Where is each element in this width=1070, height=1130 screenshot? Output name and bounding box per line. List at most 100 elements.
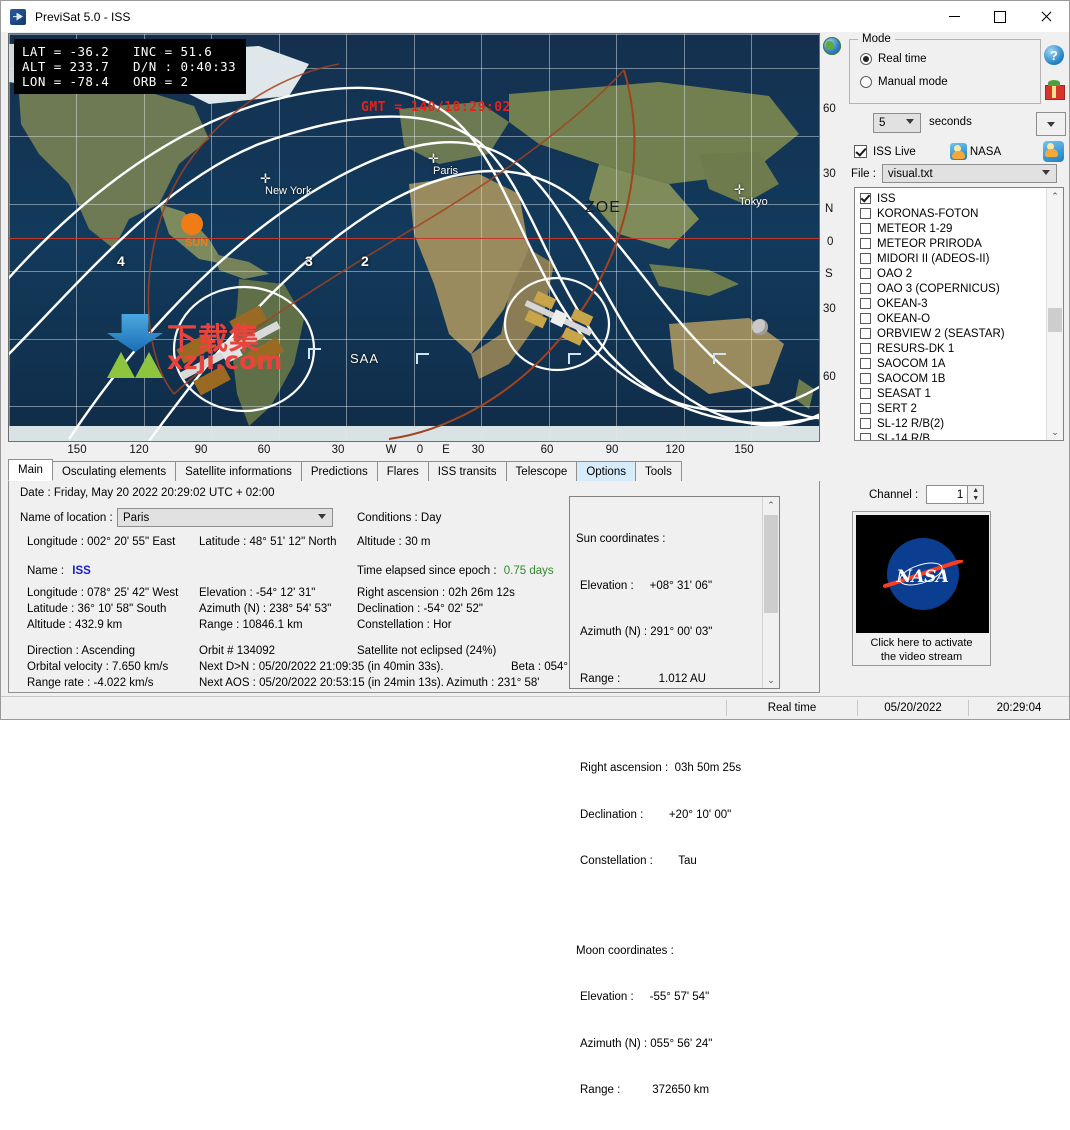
tab-main[interactable]: Main	[8, 459, 53, 481]
satellite-name: OKEAN-O	[877, 312, 931, 325]
observer-latitude: Latitude : 48° 51' 12" North	[199, 536, 337, 548]
satellite-checkbox[interactable]	[860, 343, 871, 354]
satellite-checkbox[interactable]	[860, 373, 871, 384]
world-map[interactable]: LAT = -36.2 INC = 51.6 ALT = 233.7 D/N :…	[8, 33, 820, 442]
tab-osculating-elements[interactable]: Osculating elements	[51, 461, 177, 481]
satellite-checkbox[interactable]	[860, 208, 871, 219]
tab-satellite-informations[interactable]: Satellite informations	[175, 461, 302, 481]
file-combobox[interactable]: visual.txt	[881, 164, 1057, 183]
mode-group-label: Mode	[858, 33, 895, 45]
window-title: PreviSat 5.0 - ISS	[35, 9, 131, 24]
orbital-velocity: Orbital velocity : 7.650 km/s	[27, 661, 169, 673]
iss-live-checkbox[interactable]	[854, 145, 867, 158]
satellite-constellation: Constellation : Hor	[357, 619, 452, 631]
satellite-checkbox[interactable]	[860, 433, 871, 440]
interval-combobox[interactable]: 5	[873, 113, 921, 133]
radio-icon-unselected	[860, 76, 872, 88]
list-item: SERT 2	[855, 401, 1063, 416]
satellite-name: SEASAT 1	[877, 387, 931, 400]
file-value: visual.txt	[887, 167, 933, 180]
gift-icon[interactable]	[1044, 79, 1065, 100]
list-item: OKEAN-O	[855, 311, 1063, 326]
tab-tools[interactable]: Tools	[634, 461, 682, 481]
sun-moon-coordinates-panel[interactable]: Sun coordinates : Elevation : +08° 31' 0…	[569, 496, 780, 1096]
sun-declination: Declination : +20° 10' 00"	[580, 808, 732, 821]
satellite-checkbox[interactable]	[860, 403, 871, 414]
satellite-checkbox[interactable]	[860, 223, 871, 234]
satellite-list-scrollbar[interactable]: ⌃ ⌄	[1046, 188, 1063, 440]
crosshair-icon: ✛	[428, 151, 439, 166]
eclipse-status: Satellite not eclipsed (24%)	[357, 645, 497, 657]
satellite-checkbox[interactable]	[860, 283, 871, 294]
list-item: MIDORI II (ADEOS-II)	[855, 251, 1063, 266]
nasa-logo-text: NASA	[896, 567, 949, 587]
satellite-name: SL-12 R/B(2)	[877, 417, 945, 430]
sun-moon-content: Sun coordinates : Elevation : +08° 31' 0…	[570, 497, 762, 1096]
satellite-right-ascension: Right ascension : 02h 26m 12s	[357, 587, 515, 599]
close-button[interactable]	[1023, 1, 1069, 32]
radio-real-time[interactable]: Real time	[860, 53, 927, 65]
list-item: SAOCOM 1A	[855, 356, 1063, 371]
list-item: OKEAN-3	[855, 296, 1063, 311]
mountain-icon-left	[107, 352, 135, 378]
tab-telescope[interactable]: Telescope	[505, 461, 578, 481]
epoch-label: Time elapsed since epoch :	[357, 565, 497, 577]
location-combobox[interactable]: Paris	[117, 508, 333, 527]
tab-predictions[interactable]: Predictions	[300, 461, 378, 481]
list-item: SAOCOM 1B	[855, 371, 1063, 386]
satellite-checkbox[interactable]	[860, 418, 871, 429]
moon-marker	[752, 319, 768, 335]
epoch-row: Time elapsed since epoch : 0.75 days	[357, 565, 554, 577]
satellite-checkbox[interactable]	[860, 328, 871, 339]
watermark-text-secondary: xzji.com	[167, 346, 283, 375]
scroll-down-icon[interactable]: ⌄	[763, 672, 779, 688]
chevron-down-icon	[1047, 121, 1055, 127]
scroll-down-icon[interactable]: ⌄	[1047, 424, 1063, 440]
satellite-checkbox[interactable]	[860, 268, 871, 279]
orbit-number-text: Orbit # 134092	[199, 645, 276, 657]
crosshair-icon: ✛	[734, 182, 745, 197]
satellite-name: ISS	[877, 192, 896, 205]
satellite-list[interactable]: ISS KORONAS-FOTON METEOR 1-29 METEOR PRI…	[854, 187, 1064, 441]
scrollbar-thumb[interactable]	[1048, 308, 1062, 332]
radio-manual-mode[interactable]: Manual mode	[860, 76, 948, 88]
range-rate: Range rate : -4.022 km/s	[27, 677, 154, 689]
iss-live-row: ISS Live NASA	[854, 143, 1001, 160]
video-stream-button[interactable]: NASA Click here to activate the video st…	[852, 511, 991, 666]
satellite-direction: Direction : Ascending	[27, 645, 136, 657]
satellite-checkbox[interactable]	[860, 238, 871, 249]
stepper-down-icon[interactable]: ▼	[968, 495, 983, 504]
help-icon[interactable]: ?	[1044, 45, 1064, 65]
satellite-checkbox[interactable]	[860, 358, 871, 369]
maximize-button[interactable]	[977, 1, 1023, 32]
sun-right-ascension: Right ascension : 03h 50m 25s	[580, 762, 742, 774]
window-controls	[931, 1, 1069, 32]
satellite-name: METEOR 1-29	[877, 222, 953, 235]
scrollbar-thumb[interactable]	[764, 515, 778, 613]
sun-moon-scrollbar[interactable]: ⌃ ⌄	[762, 497, 779, 688]
scroll-up-icon[interactable]: ⌃	[1047, 188, 1063, 204]
satellite-checkbox[interactable]	[860, 253, 871, 264]
saa-region-label: SAA	[350, 351, 380, 366]
stepper-up-icon[interactable]: ▲	[968, 486, 983, 495]
satellite-checkbox[interactable]	[860, 298, 871, 309]
nasa-cloud-icon[interactable]	[949, 143, 967, 160]
channel-input[interactable]: 1	[926, 485, 969, 504]
nasa-cloud-icon-large[interactable]	[1043, 141, 1064, 162]
list-item: METEOR 1-29	[855, 221, 1063, 236]
satellite-name-value: ISS	[72, 565, 91, 577]
channel-stepper[interactable]: ▲ ▼	[968, 485, 985, 504]
sun-marker	[181, 213, 203, 235]
scroll-up-icon[interactable]: ⌃	[763, 497, 779, 513]
expand-dropdown-button[interactable]	[1036, 112, 1066, 136]
tab-iss-transits[interactable]: ISS transits	[427, 461, 507, 481]
tab-bar: Main Osculating elements Satellite infor…	[8, 459, 820, 482]
satellite-checkbox[interactable]	[860, 388, 871, 399]
satellite-name: ORBVIEW 2 (SEASTAR)	[877, 327, 1005, 340]
satellite-checkbox[interactable]	[860, 193, 871, 204]
minimize-button[interactable]	[931, 1, 977, 32]
satellite-checkbox[interactable]	[860, 313, 871, 324]
tab-flares[interactable]: Flares	[376, 461, 429, 481]
tab-options[interactable]: Options	[576, 461, 636, 481]
zoe-region-label: ZOE	[585, 199, 621, 216]
